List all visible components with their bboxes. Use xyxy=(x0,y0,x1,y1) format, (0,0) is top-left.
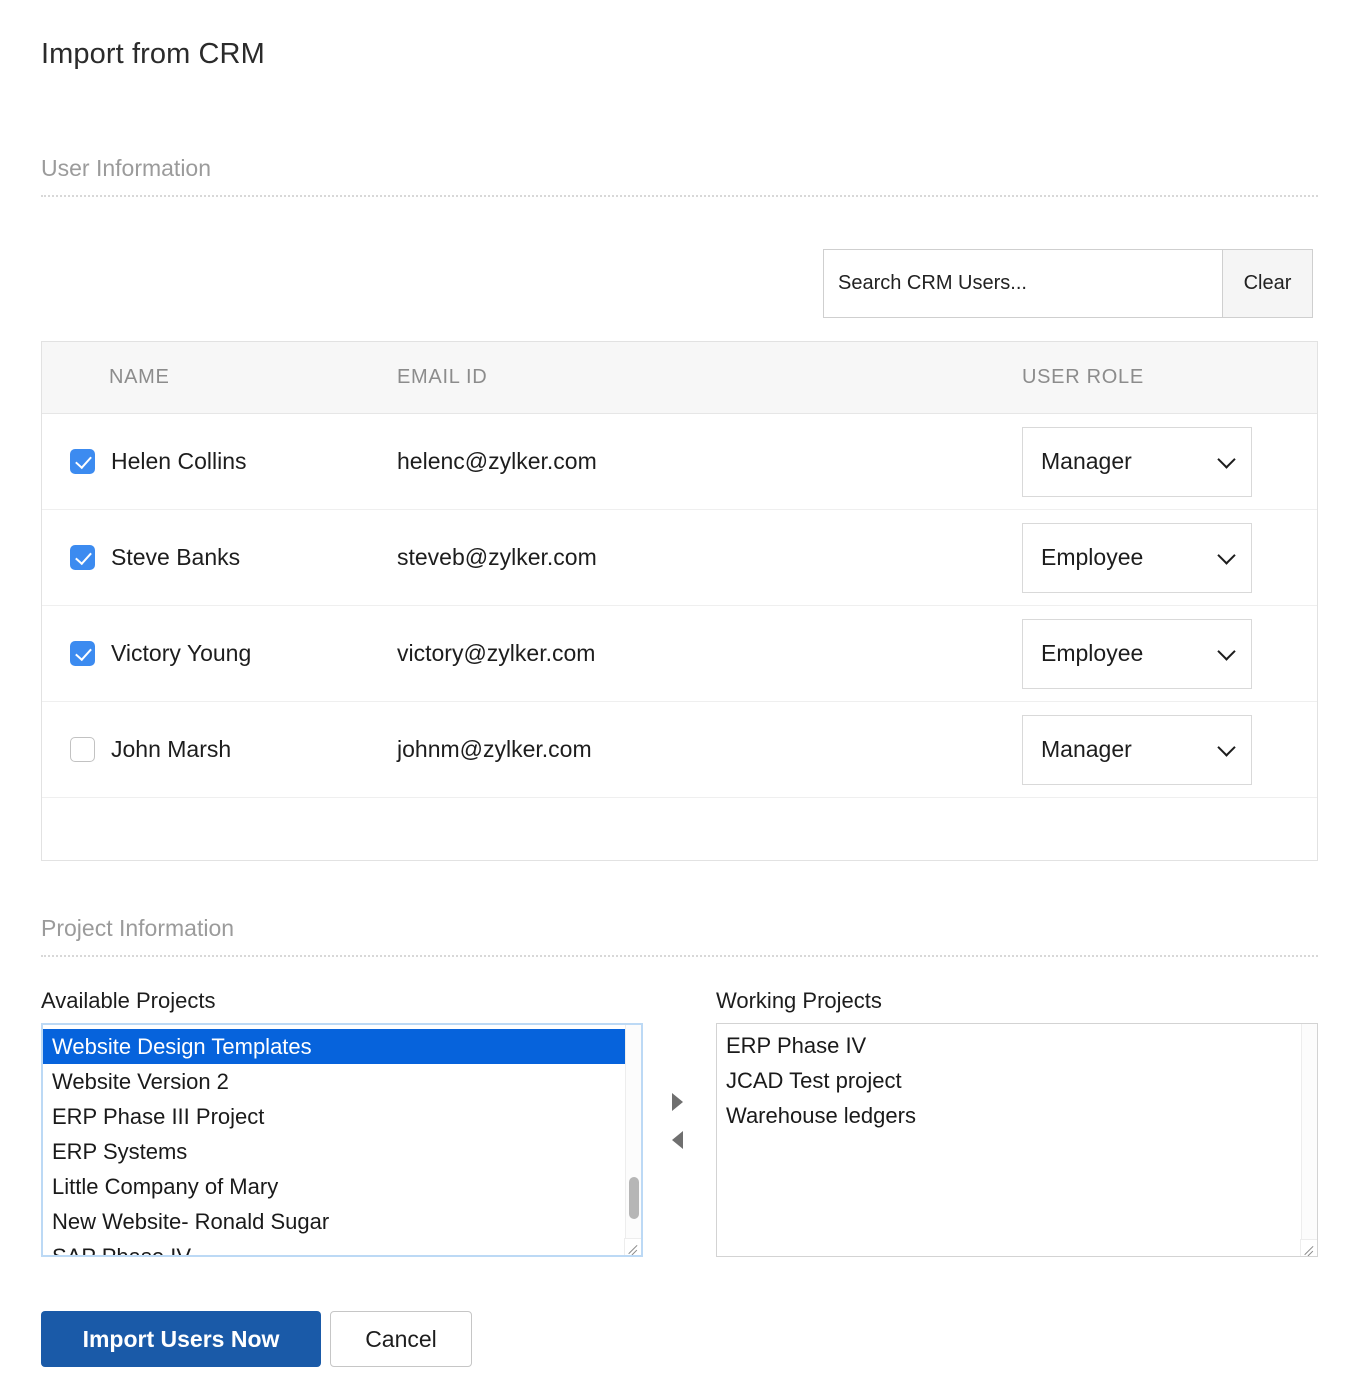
user-name: Steve Banks xyxy=(111,544,241,570)
list-item[interactable]: Website Design Templates xyxy=(43,1029,625,1064)
scrollbar-working-projects[interactable] xyxy=(1301,1024,1317,1239)
user-name: John Marsh xyxy=(111,736,232,762)
list-item[interactable]: New Website- Ronald Sugar xyxy=(43,1204,625,1239)
role-select[interactable]: Manager xyxy=(1022,714,1252,785)
section-heading-project-information: Project Information xyxy=(41,915,1318,957)
role-select-value: Employee xyxy=(1041,544,1144,570)
user-name: Helen Collins xyxy=(111,448,247,474)
table-footer-row xyxy=(42,798,1317,860)
triangle-left-icon[interactable] xyxy=(672,1131,683,1149)
role-select-value: Employee xyxy=(1041,640,1144,666)
triangle-right-icon[interactable] xyxy=(672,1093,683,1111)
resize-handle[interactable] xyxy=(624,1238,641,1255)
available-projects-listbox[interactable]: Website Design Templates Website Version… xyxy=(41,1023,643,1257)
working-projects-label: Working Projects xyxy=(716,988,882,1013)
import-users-now-button[interactable]: Import Users Now xyxy=(41,1311,321,1367)
section-heading-user-information: User Information xyxy=(41,155,1318,197)
cell-name: Steve Banks xyxy=(42,544,397,571)
table-row: Helen Collins helenc@zylker.com Manager xyxy=(42,414,1317,510)
role-select[interactable]: Manager xyxy=(1022,426,1252,497)
row-checkbox[interactable] xyxy=(70,737,95,762)
table-row: John Marsh johnm@zylker.com Manager xyxy=(42,702,1317,798)
scrollbar-available-projects[interactable] xyxy=(625,1025,641,1238)
list-item[interactable]: ERP Phase III Project xyxy=(43,1099,625,1134)
list-item[interactable]: Website Version 2 xyxy=(43,1064,625,1099)
cell-role: Manager xyxy=(997,714,1252,785)
cell-name: John Marsh xyxy=(42,736,397,763)
cell-role: Employee xyxy=(997,618,1252,689)
user-email: victory@zylker.com xyxy=(397,640,596,666)
list-item[interactable]: Little Company of Mary xyxy=(43,1169,625,1204)
list-item[interactable]: ERP Phase IV xyxy=(717,1028,1301,1063)
role-select-value: Manager xyxy=(1041,448,1132,474)
chevron-down-icon xyxy=(1217,449,1236,469)
list-item[interactable]: SAP Phase IV xyxy=(43,1239,625,1255)
resize-handle[interactable] xyxy=(1300,1239,1317,1256)
cell-name: Victory Young xyxy=(42,640,397,667)
search-bar: Clear xyxy=(823,249,1313,318)
column-header-email: EMAIL ID xyxy=(397,366,488,388)
row-checkbox[interactable] xyxy=(70,641,95,666)
list-item[interactable]: ERP Systems xyxy=(43,1134,625,1169)
user-email: helenc@zylker.com xyxy=(397,448,597,474)
available-projects-items: Website Design Templates Website Version… xyxy=(43,1025,625,1255)
clear-button[interactable]: Clear xyxy=(1223,249,1313,318)
chevron-down-icon xyxy=(1217,737,1236,757)
table-header-row: NAME EMAIL ID USER ROLE xyxy=(42,342,1317,414)
chevron-down-icon xyxy=(1217,641,1236,661)
list-item[interactable]: Warehouse ledgers xyxy=(717,1098,1301,1133)
table-row: Steve Banks steveb@zylker.com Employee xyxy=(42,510,1317,606)
list-item[interactable]: JCAD Test project xyxy=(717,1063,1301,1098)
chevron-down-icon xyxy=(1217,545,1236,565)
cancel-button[interactable]: Cancel xyxy=(330,1311,472,1367)
page-title: Import from CRM xyxy=(41,38,265,70)
cell-role: Manager xyxy=(997,426,1252,497)
scrollbar-thumb[interactable] xyxy=(629,1177,639,1219)
row-checkbox[interactable] xyxy=(70,545,95,570)
user-name: Victory Young xyxy=(111,640,252,666)
user-email: steveb@zylker.com xyxy=(397,544,597,570)
users-table: NAME EMAIL ID USER ROLE Helen Collins he… xyxy=(41,341,1318,861)
role-select[interactable]: Employee xyxy=(1022,522,1252,593)
search-input[interactable] xyxy=(823,249,1223,318)
role-select-value: Manager xyxy=(1041,736,1132,762)
column-header-role: USER ROLE xyxy=(1022,366,1144,388)
role-select[interactable]: Employee xyxy=(1022,618,1252,689)
user-email: johnm@zylker.com xyxy=(397,736,592,762)
working-projects-listbox[interactable]: ERP Phase IV JCAD Test project Warehouse… xyxy=(716,1023,1318,1257)
available-projects-label: Available Projects xyxy=(41,988,216,1013)
table-row: Victory Young victory@zylker.com Employe… xyxy=(42,606,1317,702)
cell-name: Helen Collins xyxy=(42,448,397,475)
column-header-name: NAME xyxy=(109,366,170,388)
cell-role: Employee xyxy=(997,522,1252,593)
working-projects-items: ERP Phase IV JCAD Test project Warehouse… xyxy=(717,1024,1301,1256)
row-checkbox[interactable] xyxy=(70,449,95,474)
